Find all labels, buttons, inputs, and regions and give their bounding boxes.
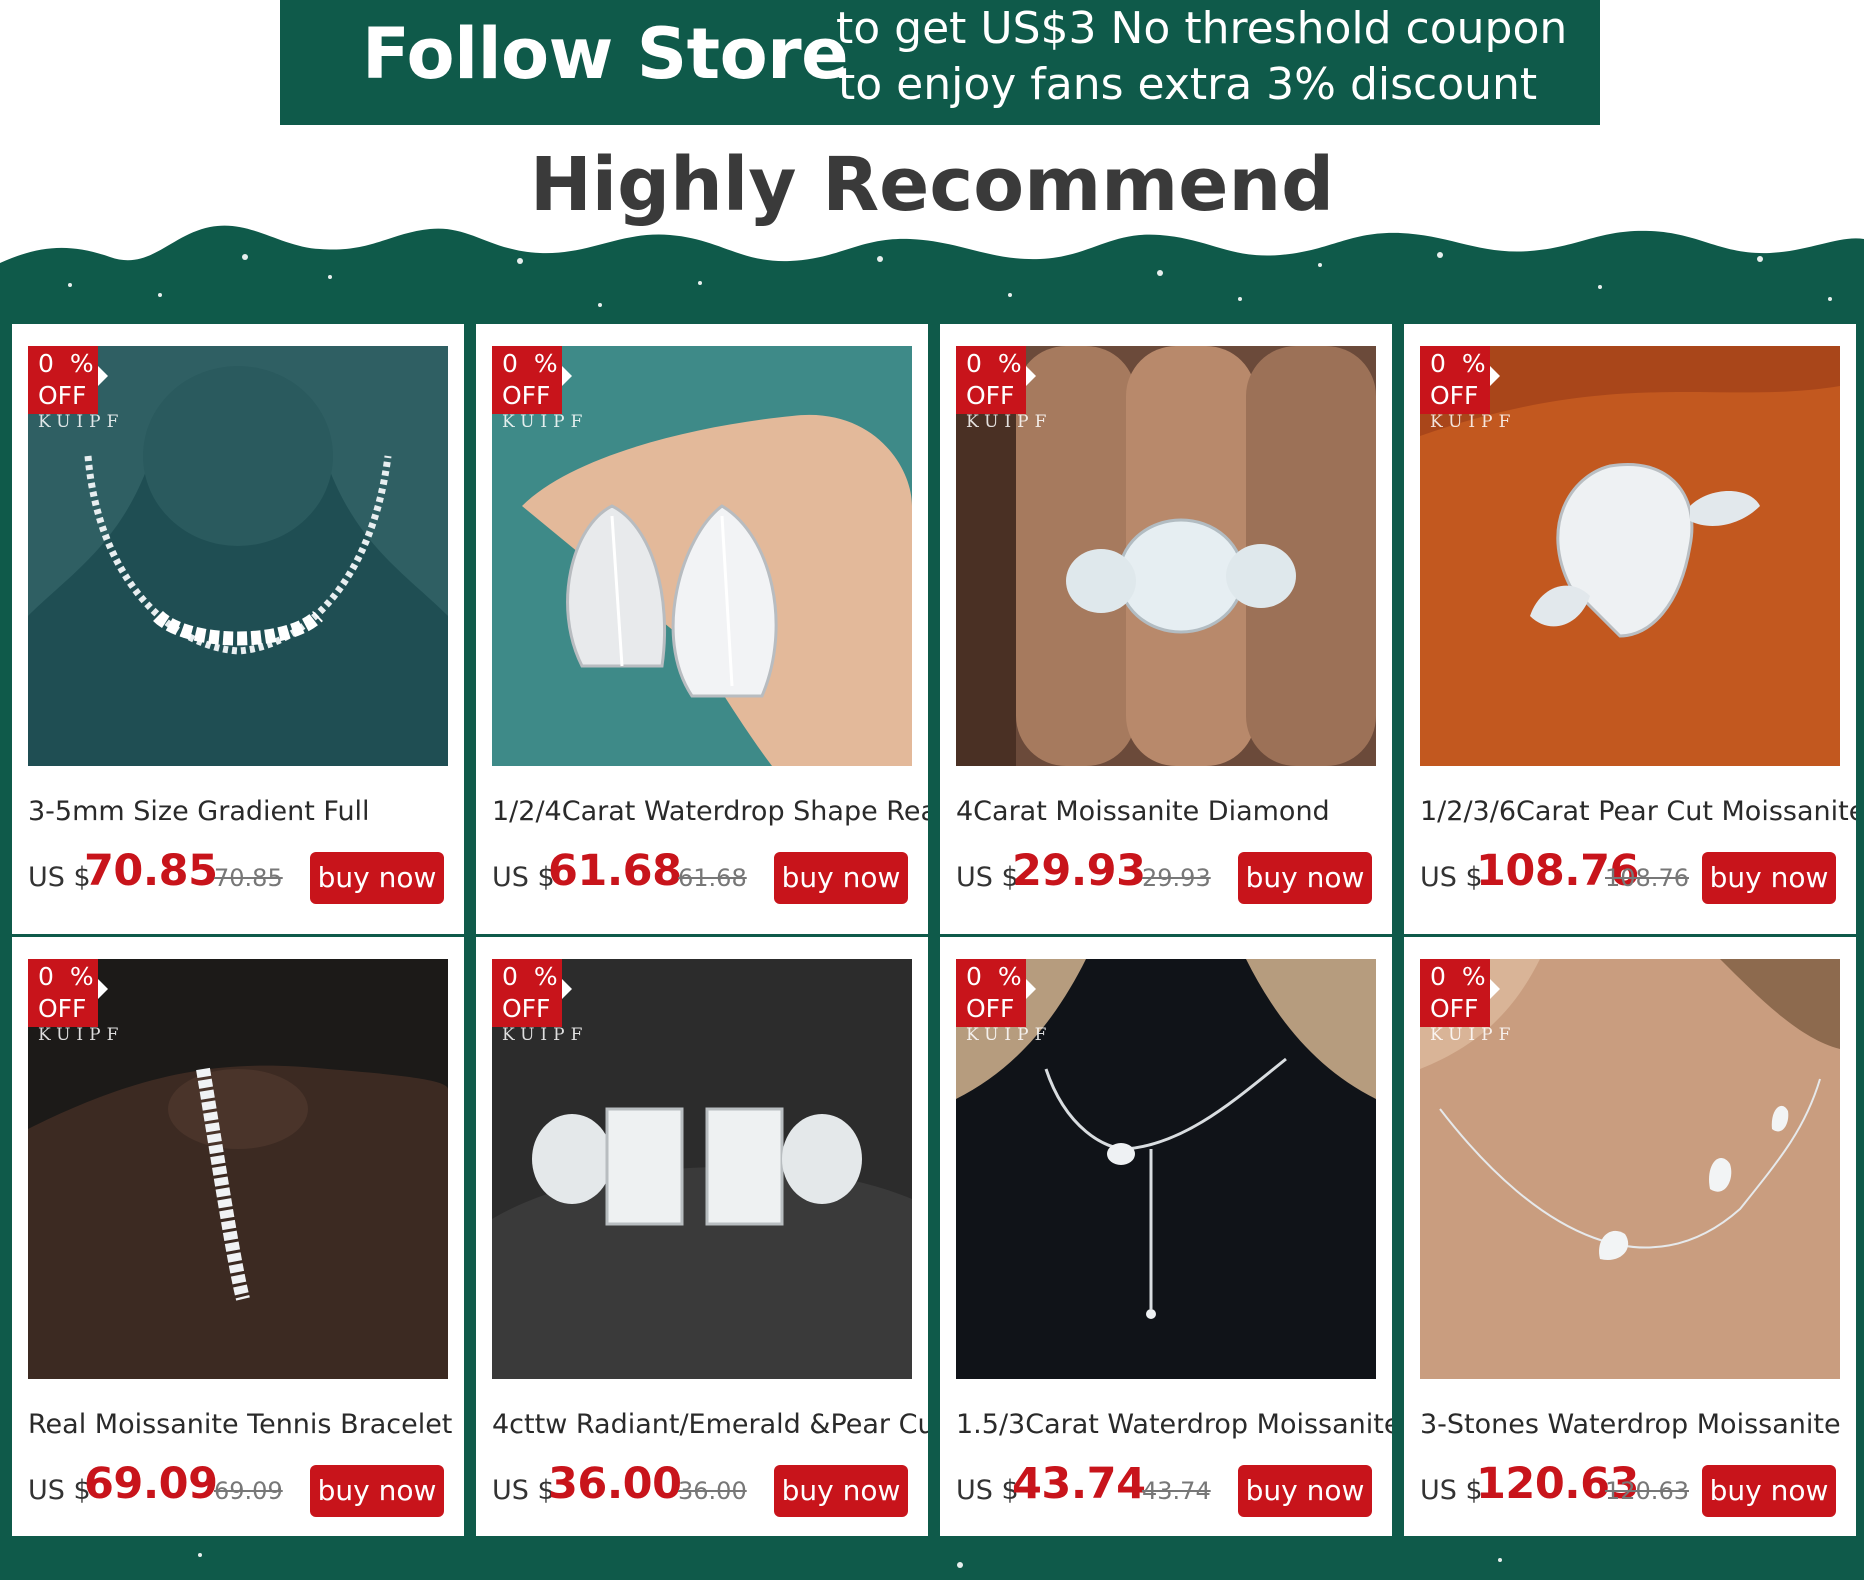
discount-badge: 0 % OFF: [28, 959, 108, 1027]
product-title[interactable]: 1/2/3/6Carat Pear Cut Moissanite: [1420, 792, 1856, 832]
follow-store-banner[interactable]: Follow Store to get US$3 No threshold co…: [280, 0, 1600, 125]
product-card[interactable]: 0 % OFF KUIPF 4Carat Moissanite Diamond U…: [940, 324, 1392, 934]
currency-label: US $: [1420, 1475, 1483, 1506]
product-card[interactable]: 0 % OFF KUIPF 1.5/3Carat Waterdrop Moissa…: [940, 937, 1392, 1536]
product-title[interactable]: 3-Stones Waterdrop Moissanite: [1420, 1405, 1856, 1445]
product-image[interactable]: 0 % OFF KUIPF: [1420, 346, 1840, 766]
product-image[interactable]: 0 % OFF KUIPF: [492, 346, 912, 766]
sale-price: 69.09: [84, 1459, 218, 1509]
product-title[interactable]: 4Carat Moissanite Diamond: [956, 792, 1392, 832]
buy-now-button[interactable]: buy now: [310, 852, 444, 904]
discount-badge: 0 % OFF: [956, 346, 1036, 414]
price-row: US $ 120.63 120.63 buy now: [1420, 1457, 1856, 1517]
brand-watermark: KUIPF: [966, 1025, 1053, 1045]
price-row: US $ 69.09 69.09 buy now: [28, 1457, 464, 1517]
original-price: 61.68: [678, 864, 747, 892]
brand-watermark: KUIPF: [1430, 1025, 1517, 1045]
section-heading: Highly Recommend: [529, 142, 1335, 228]
product-image[interactable]: 0 % OFF KUIPF: [492, 959, 912, 1379]
brand-watermark: KUIPF: [502, 1025, 589, 1045]
buy-now-button[interactable]: buy now: [1238, 852, 1372, 904]
original-price: 120.63: [1605, 1477, 1689, 1505]
product-image[interactable]: 0 % OFF KUIPF: [28, 959, 448, 1379]
sale-price: 70.85: [84, 846, 218, 896]
discount-badge: 0 % OFF: [956, 959, 1036, 1027]
sale-price: 61.68: [548, 846, 682, 896]
currency-label: US $: [28, 862, 91, 893]
currency-label: US $: [956, 862, 1019, 893]
original-price: 29.93: [1142, 864, 1211, 892]
price-row: US $ 108.76 108.76 buy now: [1420, 844, 1856, 904]
buy-now-button[interactable]: buy now: [310, 1465, 444, 1517]
buy-now-button[interactable]: buy now: [774, 1465, 908, 1517]
original-price: 70.85: [214, 864, 283, 892]
brand-watermark: KUIPF: [38, 1025, 125, 1045]
buy-now-button[interactable]: buy now: [1238, 1465, 1372, 1517]
buy-now-button[interactable]: buy now: [1702, 1465, 1836, 1517]
price-row: US $ 70.85 70.85 buy now: [28, 844, 464, 904]
product-image[interactable]: 0 % OFF KUIPF: [956, 959, 1376, 1379]
product-card[interactable]: 0 % OFF KUIPF Real Moissanite Tennis Brac…: [12, 937, 464, 1536]
brand-watermark: KUIPF: [502, 412, 589, 432]
follow-store-title: Follow Store: [362, 13, 849, 95]
discount-badge: 0 % OFF: [1420, 959, 1500, 1027]
original-price: 69.09: [214, 1477, 283, 1505]
product-card[interactable]: 0 % OFF KUIPF 4cttw Radiant/Emerald &Pear…: [476, 937, 928, 1536]
product-grid: 0 % OFF KUIPF 3-5mm Size Gradient Full US…: [12, 324, 1856, 1547]
product-image[interactable]: 0 % OFF KUIPF: [956, 346, 1376, 766]
sale-price: 29.93: [1012, 846, 1146, 896]
brand-watermark: KUIPF: [966, 412, 1053, 432]
currency-label: US $: [28, 1475, 91, 1506]
product-card[interactable]: 0 % OFF KUIPF 3-5mm Size Gradient Full US…: [12, 324, 464, 934]
currency-label: US $: [1420, 862, 1483, 893]
currency-label: US $: [492, 862, 555, 893]
price-row: US $ 36.00 36.00 buy now: [492, 1457, 928, 1517]
product-title[interactable]: 4cttw Radiant/Emerald &Pear Cut: [492, 1405, 928, 1445]
price-row: US $ 61.68 61.68 buy now: [492, 844, 928, 904]
product-card[interactable]: 0 % OFF KUIPF 3-Stones Waterdrop Moissani…: [1404, 937, 1856, 1536]
discount-text: to enjoy fans extra 3% discount: [838, 59, 1538, 110]
sale-price: 43.74: [1012, 1459, 1146, 1509]
original-price: 36.00: [678, 1477, 747, 1505]
product-image[interactable]: 0 % OFF KUIPF: [28, 346, 448, 766]
product-title[interactable]: 1/2/4Carat Waterdrop Shape Real: [492, 792, 928, 832]
currency-label: US $: [956, 1475, 1019, 1506]
original-price: 108.76: [1605, 864, 1689, 892]
brand-watermark: KUIPF: [38, 412, 125, 432]
discount-badge: 0 % OFF: [492, 959, 572, 1027]
product-image[interactable]: 0 % OFF KUIPF: [1420, 959, 1840, 1379]
product-title[interactable]: 1.5/3Carat Waterdrop Moissanite: [956, 1405, 1392, 1445]
product-title[interactable]: Real Moissanite Tennis Bracelet: [28, 1405, 464, 1445]
sale-price: 36.00: [548, 1459, 682, 1509]
product-card[interactable]: 0 % OFF KUIPF 1/2/3/6Carat Pear Cut Moiss…: [1404, 324, 1856, 934]
price-row: US $ 29.93 29.93 buy now: [956, 844, 1392, 904]
currency-label: US $: [492, 1475, 555, 1506]
discount-badge: 0 % OFF: [28, 346, 108, 414]
coupon-text: to get US$3 No threshold coupon: [836, 3, 1568, 54]
product-title[interactable]: 3-5mm Size Gradient Full: [28, 792, 464, 832]
product-card[interactable]: 0 % OFF KUIPF 1/2/4Carat Waterdrop Shape …: [476, 324, 928, 934]
buy-now-button[interactable]: buy now: [774, 852, 908, 904]
price-row: US $ 43.74 43.74 buy now: [956, 1457, 1392, 1517]
discount-badge: 0 % OFF: [1420, 346, 1500, 414]
brand-watermark: KUIPF: [1430, 412, 1517, 432]
buy-now-button[interactable]: buy now: [1702, 852, 1836, 904]
original-price: 43.74: [1142, 1477, 1211, 1505]
discount-badge: 0 % OFF: [492, 346, 572, 414]
